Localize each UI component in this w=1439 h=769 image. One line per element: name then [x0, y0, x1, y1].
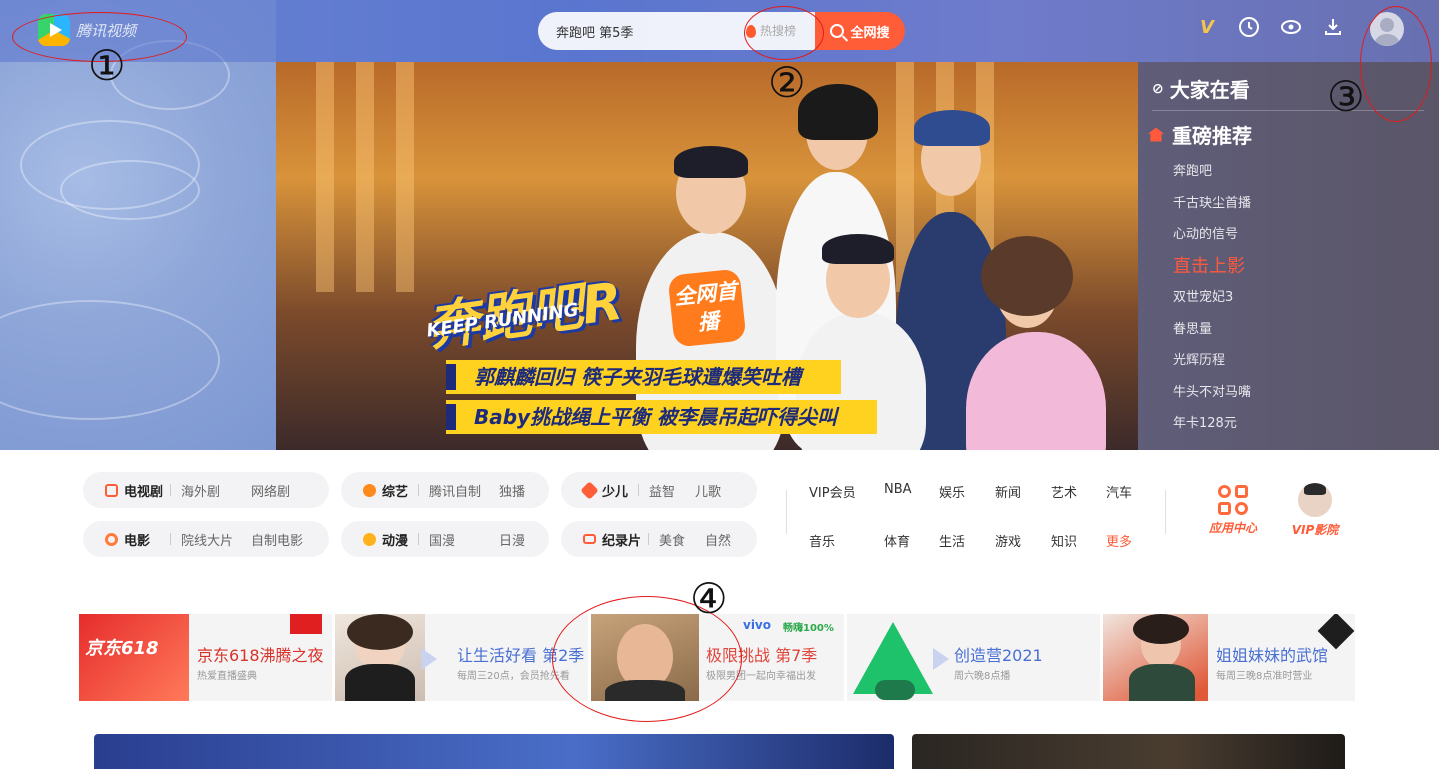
category-sub-link[interactable]: 院线大片: [181, 530, 251, 549]
camera-icon: [583, 534, 596, 544]
trending-item[interactable]: 心动的信号: [1173, 223, 1238, 242]
annotation-number: ①: [88, 41, 126, 90]
category-kids[interactable]: 少儿 益智 儿歌: [561, 472, 757, 508]
banner-image: [847, 614, 937, 701]
category-sub-link[interactable]: 海外剧: [181, 481, 251, 500]
play-icon: [933, 648, 949, 670]
category-movie[interactable]: 电影 院线大片 自制电影: [83, 521, 329, 557]
download-icon[interactable]: [1322, 16, 1344, 38]
hero-banner[interactable]: 奔跑吧R KEEP RUNNING 全网首播 郭麒麟回归 筷子夹羽毛球遭爆笑吐槽…: [0, 0, 1439, 450]
banner-title: 创造营2021: [954, 646, 1043, 665]
promo-banner-martial-arts[interactable]: 姐姐妹妹的武馆 每周三晚8点准时营业: [1103, 614, 1355, 701]
category-sub-link[interactable]: 益智: [649, 481, 695, 500]
quicklink[interactable]: 新闻: [995, 482, 1021, 501]
promo-banner-jd[interactable]: 京东618 京东618沸腾之夜 热爱直播盛典: [79, 614, 332, 701]
rocket-icon: [580, 480, 599, 500]
category-sub-link[interactable]: 国漫: [429, 530, 499, 549]
category-sub-link[interactable]: 网络剧: [251, 481, 290, 500]
search-icon: [830, 24, 845, 38]
film-icon: [105, 532, 118, 546]
quicklink[interactable]: 娱乐: [939, 482, 965, 501]
feature-card[interactable]: [912, 734, 1345, 769]
history-icon[interactable]: [1238, 16, 1260, 38]
banner-subtitle: 热爱直播盛典: [197, 671, 257, 682]
home-icon: [1148, 127, 1164, 142]
play-icon: [421, 648, 437, 670]
leaf-icon: ⊘: [1152, 80, 1164, 97]
quicklink[interactable]: 生活: [939, 531, 965, 550]
category-sub-link[interactable]: 自然: [705, 530, 731, 549]
category-sub-link[interactable]: 独播: [499, 481, 525, 500]
vip-cinema-avatar: [1298, 483, 1332, 517]
vip-cinema-button[interactable]: VIP影院: [1287, 483, 1343, 538]
quicklink[interactable]: 游戏: [995, 531, 1021, 550]
trending-item[interactable]: 年卡128元: [1173, 412, 1237, 431]
banner-title: 姐姐妹妹的武馆: [1216, 646, 1329, 665]
search-button[interactable]: 全网搜: [815, 12, 905, 50]
banner-image: [335, 614, 425, 701]
trending-item[interactable]: 光辉历程: [1173, 349, 1225, 368]
banner-image: [1103, 614, 1208, 701]
trending-item[interactable]: 千古玦尘首播: [1173, 192, 1251, 211]
category-sub-link[interactable]: 日漫: [499, 530, 525, 549]
top-nav-bar: 腾讯视频 热搜榜 全网搜 V: [0, 0, 1439, 62]
quicklink[interactable]: 知识: [1051, 531, 1077, 550]
category-tv[interactable]: 电视剧 海外剧 网络剧: [83, 472, 329, 508]
trending-header: ⊘ 大家在看: [1152, 78, 1250, 102]
divider: [1165, 490, 1166, 534]
flame-icon: [363, 532, 376, 546]
vip-icon[interactable]: V: [1196, 16, 1218, 38]
banner-subtitle: 每周三晚8点准时营业: [1216, 671, 1313, 682]
trending-item[interactable]: 奔跑吧: [1173, 160, 1212, 179]
app-grid-icon: [1218, 485, 1248, 515]
trending-category[interactable]: 重磅推荐: [1148, 120, 1252, 149]
hero-poster: 奔跑吧R KEEP RUNNING 全网首播 郭麒麟回归 筷子夹羽毛球遭爆笑吐槽…: [276, 62, 1138, 450]
trending-item-hot[interactable]: 直击上影: [1173, 252, 1245, 278]
hero-left-backdrop: [0, 0, 276, 450]
top-icons: V: [1196, 16, 1344, 38]
more-link[interactable]: 更多: [1106, 531, 1132, 550]
hero-caption-1: 郭麒麟回归 筷子夹羽毛球遭爆笑吐槽: [446, 360, 841, 394]
category-sub-link[interactable]: 自制电影: [251, 530, 303, 549]
category-sub-link[interactable]: 儿歌: [695, 481, 721, 500]
banner-title: 京东618沸腾之夜: [197, 646, 324, 665]
hero-caption-2: Baby挑战绳上平衡 被李晨吊起吓得尖叫: [446, 400, 878, 434]
annotation-number: ③: [1327, 72, 1365, 121]
mic-icon: [363, 483, 376, 497]
quicklink[interactable]: 汽车: [1106, 482, 1132, 501]
category-variety[interactable]: 综艺 腾讯自制 独播: [341, 472, 549, 508]
quicklink[interactable]: 音乐: [809, 531, 835, 550]
quicklink[interactable]: 艺术: [1051, 482, 1077, 501]
tv-icon: [105, 483, 118, 497]
premiere-badge: 全网首播: [667, 268, 747, 348]
annotation-number: ④: [690, 574, 728, 623]
category-documentary[interactable]: 纪录片 美食 自然: [561, 521, 757, 557]
quicklink[interactable]: NBA: [884, 482, 912, 497]
feature-card[interactable]: [94, 734, 894, 769]
annotation-ellipse: [1360, 6, 1432, 122]
quicklink[interactable]: VIP会员: [809, 482, 856, 501]
promo-banner-lifestyle[interactable]: 让生活好看 第2季 每周三20点，会员抢先看: [335, 614, 588, 701]
watch-later-icon[interactable]: [1280, 16, 1302, 38]
divider: [786, 490, 787, 534]
trending-item[interactable]: 牛头不对马嘴: [1173, 381, 1251, 400]
category-sub-link[interactable]: 美食: [659, 530, 705, 549]
app-center-button[interactable]: 应用中心: [1205, 485, 1261, 536]
search-bar: 热搜榜 全网搜: [538, 12, 905, 50]
trending-item[interactable]: 双世宠妃3: [1173, 286, 1233, 305]
annotation-ellipse: [744, 6, 824, 60]
annotation-number: ②: [768, 58, 806, 107]
category-sub-link[interactable]: 腾讯自制: [429, 481, 499, 500]
page: 奔跑吧R KEEP RUNNING 全网首播 郭麒麟回归 筷子夹羽毛球遭爆笑吐槽…: [0, 0, 1439, 769]
banner-image: 京东618: [79, 614, 189, 701]
category-anime[interactable]: 动漫 国漫 日漫: [341, 521, 549, 557]
quicklink[interactable]: 体育: [884, 531, 910, 550]
vivo-logo: vivo: [743, 618, 772, 632]
sponsor-logo: 畅嗨100%: [783, 623, 834, 634]
jd-logo-icon: [290, 614, 322, 634]
trending-item[interactable]: 眷思量: [1173, 318, 1212, 337]
banner-subtitle: 周六晚8点播: [954, 671, 1011, 682]
promo-banner-produce-camp[interactable]: 创造营2021 周六晚8点播: [847, 614, 1100, 701]
